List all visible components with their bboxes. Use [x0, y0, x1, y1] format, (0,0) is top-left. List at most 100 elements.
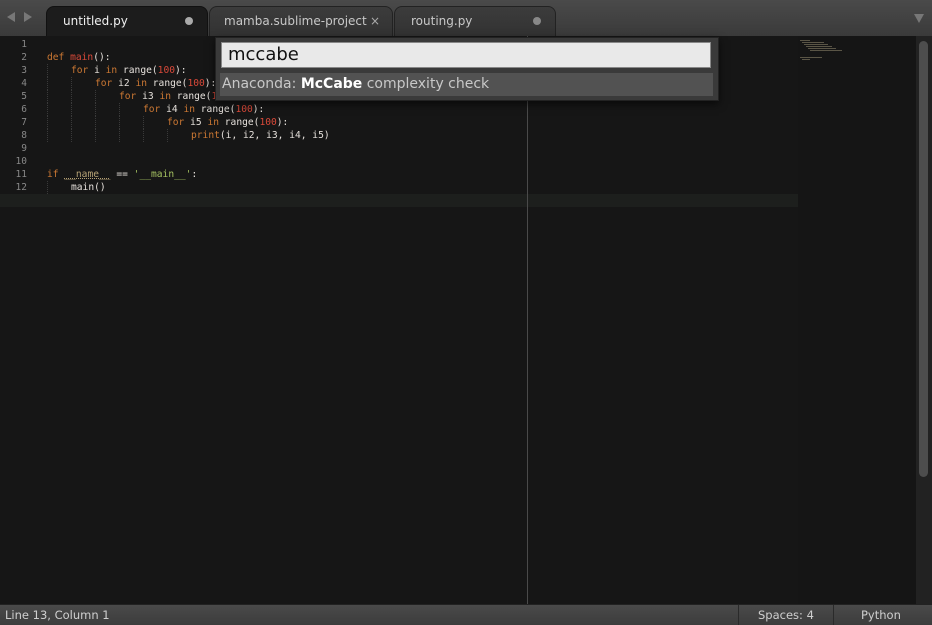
indent-guide	[71, 129, 95, 142]
number: 100	[259, 117, 277, 128]
indent-guide	[47, 90, 71, 103]
unsaved-dot-icon[interactable]	[533, 17, 541, 25]
tab-scroll-left-icon[interactable]	[7, 12, 15, 22]
indent-guide	[119, 116, 143, 129]
minimap-line	[808, 48, 836, 49]
builtin: range	[152, 78, 182, 89]
indent-guide	[119, 103, 143, 116]
palette-query-text: mccabe	[228, 44, 299, 65]
code-var: i	[88, 65, 106, 76]
result-match: McCabe	[300, 76, 363, 92]
builtin: range	[176, 91, 206, 102]
indent-guide	[71, 90, 95, 103]
keyword: for	[167, 117, 185, 128]
tab-label: mamba.sublime-project	[224, 14, 367, 28]
line-number: 11	[15, 169, 27, 180]
status-divider	[738, 605, 739, 625]
keyword: in	[135, 78, 147, 89]
code-punct: :	[191, 169, 198, 180]
minimap-line	[800, 57, 822, 58]
code-args: (i, i2, i3, i4, i5)	[219, 130, 330, 141]
tab-mamba-sublime-project[interactable]: mamba.sublime-project ×	[209, 6, 393, 36]
code-var: i3	[136, 91, 160, 102]
keyword: if	[47, 169, 59, 180]
string: '__main__'	[133, 169, 192, 180]
minimap-line	[810, 50, 842, 51]
editor-area[interactable]: 1 2 3 4 5 6 7 8 9 10 11 12 13 def main()…	[0, 36, 916, 604]
number: 100	[187, 78, 205, 89]
vertical-scrollbar[interactable]	[916, 36, 932, 604]
command-palette-input[interactable]: mccabe	[221, 42, 711, 68]
tab-untitled-py[interactable]: untitled.py	[46, 6, 208, 36]
line-number: 1	[21, 39, 27, 50]
indent-guide	[143, 116, 167, 129]
indent-guide	[95, 129, 119, 142]
indent-guide	[119, 129, 143, 142]
line-number: 12	[15, 182, 27, 193]
keyword: in	[159, 91, 171, 102]
unsaved-dot-icon[interactable]	[185, 17, 193, 25]
result-suffix: complexity check	[362, 76, 490, 92]
code-line: for i4 in range(100):	[47, 103, 798, 116]
code-operator: ==	[110, 169, 134, 180]
command-palette: mccabe Anaconda: McCabe complexity check	[215, 37, 719, 101]
code-var: i2	[112, 78, 136, 89]
indent-guide	[95, 116, 119, 129]
number: 100	[157, 65, 175, 76]
dunder-name: __name__	[64, 169, 111, 180]
minimap[interactable]	[798, 36, 916, 604]
current-line	[0, 194, 798, 207]
minimap-line	[802, 59, 810, 60]
number: 100	[235, 104, 253, 115]
indent-guide	[95, 90, 119, 103]
code-call: main()	[71, 182, 106, 193]
minimap-line	[802, 42, 824, 43]
keyword: in	[183, 104, 195, 115]
code-line: if __name__ == '__main__':	[47, 168, 798, 181]
keyword: in	[105, 65, 118, 76]
tab-routing-py[interactable]: routing.py	[394, 6, 556, 36]
code-var: i5	[184, 117, 208, 128]
tab-scroll-right-icon[interactable]	[24, 12, 32, 22]
line-number: 4	[21, 78, 27, 89]
code-line: for i5 in range(100):	[47, 116, 798, 129]
line-number: 2	[21, 52, 27, 63]
builtin: range	[224, 117, 254, 128]
indent-guide	[47, 116, 71, 129]
code-var: i4	[160, 104, 184, 115]
status-bar: Line 13, Column 1 Spaces: 4 Python	[0, 604, 932, 625]
syntax-selector[interactable]: Python	[861, 605, 901, 625]
indentation-setting[interactable]: Spaces: 4	[758, 605, 814, 625]
indent-guide	[47, 77, 71, 90]
code-line: main()	[47, 181, 798, 194]
close-tab-icon[interactable]: ×	[370, 7, 380, 35]
minimap-line	[806, 46, 832, 47]
command-palette-result[interactable]: Anaconda: McCabe complexity check	[220, 73, 713, 96]
scrollbar-thumb[interactable]	[919, 41, 928, 477]
function-name: main	[70, 52, 94, 63]
line-number: 8	[21, 130, 27, 141]
result-prefix: Anaconda:	[222, 76, 301, 92]
code-line: print(i, i2, i3, i4, i5)	[47, 129, 798, 142]
keyword: for	[95, 78, 113, 89]
minimap-line	[800, 40, 810, 41]
indent-guide	[71, 103, 95, 116]
status-divider	[833, 605, 834, 625]
keyword: in	[207, 117, 219, 128]
line-number: 7	[21, 117, 27, 128]
line-number: 10	[15, 156, 27, 167]
code-punct: ():	[93, 52, 111, 63]
minimap-line	[804, 44, 828, 45]
indent-guide	[47, 64, 71, 77]
tab-label: routing.py	[411, 14, 473, 28]
keyword: def	[47, 52, 65, 63]
indent-guide	[143, 129, 167, 142]
line-number: 6	[21, 104, 27, 115]
indent-guide	[95, 103, 119, 116]
indent-guide	[47, 103, 71, 116]
indent-guide	[47, 129, 71, 142]
keyword: for	[119, 91, 137, 102]
tab-list-dropdown-icon[interactable]	[914, 14, 924, 23]
